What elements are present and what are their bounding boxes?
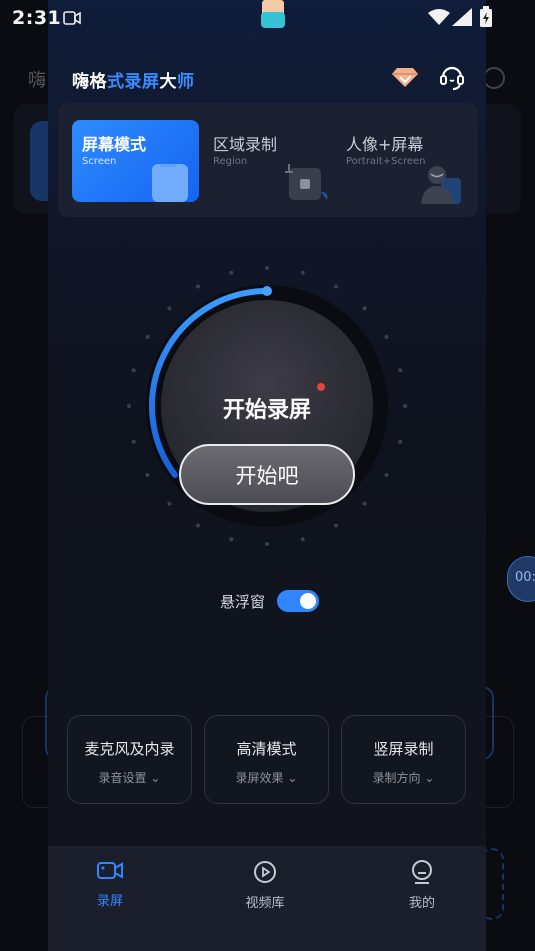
dial-tick-dot	[265, 266, 269, 270]
dial-tick-dot	[384, 335, 389, 339]
start-recording-title: 开始录屏	[222, 398, 311, 423]
status-bar: 2:31	[0, 0, 535, 36]
background-title: 嗨	[28, 70, 46, 91]
option-portrait-recording[interactable]: 竖屏录制 录制方向 ⌄	[341, 715, 466, 804]
dial-tick-dot	[145, 473, 150, 477]
status-time: 2:31	[12, 7, 62, 29]
dial-tick-dot	[398, 368, 403, 373]
option-portrait-sub: 录制方向 ⌄	[372, 771, 435, 785]
dial-tick-dot	[362, 306, 367, 311]
chevron-down-icon: ⌄	[287, 771, 298, 785]
dial-tick-dot	[167, 306, 172, 311]
chevron-down-icon: ⌄	[424, 771, 435, 785]
option-microphone-sub: 录音设置 ⌄	[98, 771, 161, 785]
nav-profile[interactable]: 我的	[382, 860, 462, 911]
floating-window-row: 悬浮窗	[220, 590, 320, 612]
dial-tick-dot	[196, 523, 200, 528]
floating-timer-text: 00:	[515, 570, 535, 585]
dial-tick-dot	[300, 270, 305, 275]
dial-tick-dot	[229, 537, 234, 542]
nav-record[interactable]: 录屏	[70, 860, 150, 909]
camera-icon	[97, 862, 123, 879]
dial-tick-dot	[145, 335, 150, 339]
option-hd-sub: 录屏效果 ⌄	[235, 771, 298, 785]
nav-video-library-label: 视频库	[245, 896, 285, 911]
bottom-nav: 录屏 视频库 我的	[48, 846, 486, 951]
dial-tick-dot	[131, 368, 136, 373]
dial-tick-dot	[334, 523, 338, 528]
chevron-down-icon: ⌄	[150, 771, 161, 785]
battery-icon	[480, 6, 492, 27]
dial-tick-dot	[384, 473, 389, 477]
nav-profile-label: 我的	[408, 896, 435, 911]
dial-tick-dot	[398, 439, 403, 444]
option-hd-mode[interactable]: 高清模式 录屏效果 ⌄	[204, 715, 329, 804]
dial-tick-dot	[131, 439, 136, 444]
option-hd-title: 高清模式	[236, 740, 297, 758]
recorder-panel: 嗨格式录屏大师 屏幕模式 Screen 区域录制 Region 人像+屏幕 Po…	[48, 0, 486, 951]
dial-tick-dot	[167, 501, 172, 506]
dial-tick-dot	[334, 284, 338, 289]
nav-video-library[interactable]: 视频库	[225, 860, 305, 911]
floating-window-label: 悬浮窗	[220, 592, 266, 611]
nav-record-label: 录屏	[96, 894, 123, 909]
record-indicator-dot	[317, 383, 325, 391]
floating-window-toggle[interactable]	[277, 590, 320, 612]
wifi-icon	[428, 9, 450, 25]
dial-tick-dot	[362, 501, 367, 506]
dial-tick-dot	[229, 270, 234, 275]
toggle-knob	[300, 593, 317, 609]
dial-tick-dot	[196, 284, 200, 289]
option-microphone-title: 麦克风及内录	[84, 740, 175, 758]
signal-icon	[452, 8, 472, 26]
progress-handle	[262, 286, 272, 296]
dial-tick-dot	[300, 537, 305, 542]
start-button[interactable]: 开始吧	[179, 444, 355, 505]
dial-tick-dot	[265, 542, 269, 546]
play-circle-icon	[254, 861, 276, 883]
option-portrait-title: 竖屏录制	[373, 740, 434, 758]
profile-icon	[412, 860, 432, 884]
option-microphone[interactable]: 麦克风及内录 录音设置 ⌄	[67, 715, 192, 804]
screen-record-icon	[63, 11, 81, 25]
